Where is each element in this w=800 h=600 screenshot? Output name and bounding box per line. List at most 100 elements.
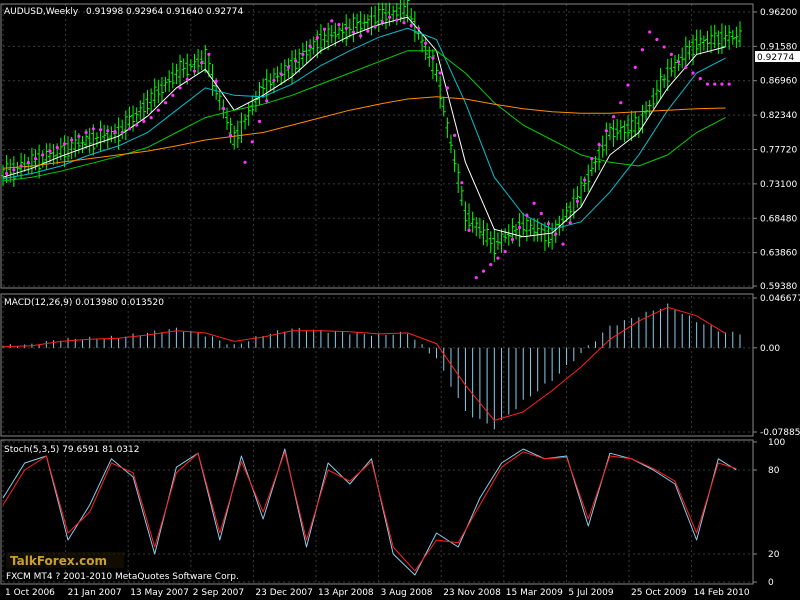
psar-dot	[229, 133, 233, 137]
price-y-tick-label: 0.73100	[760, 180, 797, 190]
psar-dot	[366, 29, 370, 33]
psar-dot	[445, 86, 449, 90]
psar-dot	[496, 256, 500, 260]
stoch-y-tick-label: 20	[768, 550, 780, 560]
chart: AUDUSD,Weekly 0.91998 0.92964 0.91640 0.…	[0, 0, 800, 600]
psar-dot	[163, 101, 168, 105]
psar-dot	[156, 108, 160, 112]
psar-dot	[279, 72, 283, 76]
psar-dot	[611, 115, 616, 119]
psar-dot	[214, 79, 218, 83]
psar-dot	[546, 222, 551, 226]
x-tick-label: 15 Mar 2009	[506, 588, 563, 598]
x-tick-label: 5 Jul 2009	[568, 588, 613, 598]
psar-dot	[554, 232, 558, 236]
psar-dot	[489, 263, 493, 267]
psar-dot	[684, 65, 688, 70]
psar-dot	[257, 119, 262, 123]
price-y-tick-label: 0.96200	[760, 8, 797, 18]
psar-dot	[380, 20, 384, 24]
psar-dot	[373, 24, 377, 29]
psar-dot	[178, 86, 182, 90]
psar-dot	[84, 130, 88, 135]
psar-dot	[705, 82, 710, 86]
psar-dot	[539, 211, 543, 216]
psar-dot	[532, 201, 536, 205]
ohlc-close: 0.92774	[206, 7, 243, 17]
psar-dot	[409, 23, 413, 28]
psar-dot	[337, 23, 341, 27]
psar-dot	[322, 27, 327, 31]
stoch-y-tick-label: 100	[768, 438, 785, 448]
price-title: AUDUSD,Weekly	[4, 7, 79, 17]
psar-dot	[590, 156, 594, 161]
psar-dot	[662, 45, 666, 49]
psar-dot	[171, 93, 175, 97]
psar-dot	[676, 60, 681, 64]
psar-dot	[135, 123, 139, 127]
psar-dot	[62, 142, 67, 146]
psar-dot	[149, 116, 153, 120]
psar-dot	[41, 153, 45, 157]
psar-dot	[518, 225, 522, 230]
ohlc-open: 0.91998	[86, 7, 123, 17]
psar-dot	[315, 36, 319, 40]
x-tick-label: 1 Oct 2006	[5, 588, 55, 598]
psar-dot	[33, 156, 38, 161]
psar-dot	[395, 18, 399, 22]
psar-dot	[691, 71, 695, 75]
psar-dot	[5, 171, 9, 176]
x-tick-label: 3 Aug 2008	[381, 588, 433, 598]
psar-dot	[525, 213, 529, 217]
price-y-tick-label: 0.68480	[760, 214, 797, 224]
price-y-tick-label: 0.91580	[760, 42, 797, 52]
psar-dot	[106, 129, 110, 133]
psar-dot	[48, 149, 52, 153]
stoch-title: Stoch(5,3,5) 79.6591 81.0312	[4, 445, 139, 455]
watermark-logo: TalkForex.com	[6, 552, 124, 568]
price-y-tick-label: 0.59380	[760, 282, 797, 292]
psar-dot	[452, 133, 457, 137]
psar-dot	[127, 127, 132, 131]
psar-dot	[561, 242, 565, 246]
macd-y-tick-label: 0.00	[760, 344, 780, 354]
psar-dot	[648, 30, 652, 34]
psar-dot	[200, 61, 204, 65]
x-tick-label: 14 Feb 2010	[694, 588, 750, 598]
psar-dot	[713, 82, 717, 86]
macd-y-tick-label: 0.046677	[760, 294, 800, 304]
psar-dot	[243, 160, 247, 164]
price-y-tick-label: 0.86960	[760, 77, 797, 87]
psar-dot	[265, 99, 269, 103]
ohlc-low: 0.91640	[166, 7, 203, 17]
psar-dot	[19, 164, 23, 168]
psar-dot	[460, 181, 464, 185]
macd-y-tick-label: -0.07885	[760, 428, 800, 438]
psar-dot	[120, 130, 124, 135]
current-price-tag: 0.92774	[755, 51, 800, 63]
psar-dot	[308, 44, 312, 48]
psar-dot	[669, 52, 673, 56]
macd-title: MACD(12,26,9) 0.013980 0.013520	[4, 298, 164, 308]
x-tick-label: 21 Jan 2007	[68, 588, 122, 598]
psar-dot	[503, 250, 507, 254]
psar-dot	[113, 129, 117, 134]
x-tick-label: 23 Dec 2007	[255, 588, 313, 598]
psar-dot	[655, 37, 659, 42]
psar-dot	[727, 82, 731, 86]
psar-dot	[402, 21, 406, 25]
psar-dot	[387, 15, 392, 19]
psar-dot	[286, 65, 291, 70]
psar-dot	[192, 69, 197, 73]
psar-dot	[633, 65, 637, 70]
x-tick-label: 2 Sep 2007	[193, 588, 244, 598]
psar-dot	[626, 83, 630, 87]
x-tick-label: 13 Apr 2008	[318, 588, 374, 598]
psar-dot	[467, 228, 471, 232]
psar-dot	[640, 48, 645, 52]
psar-dot	[70, 138, 74, 142]
psar-dot	[698, 76, 702, 81]
x-tick-label: 13 May 2007	[130, 588, 189, 598]
psar-dot	[583, 178, 587, 182]
psar-dot	[344, 26, 348, 30]
